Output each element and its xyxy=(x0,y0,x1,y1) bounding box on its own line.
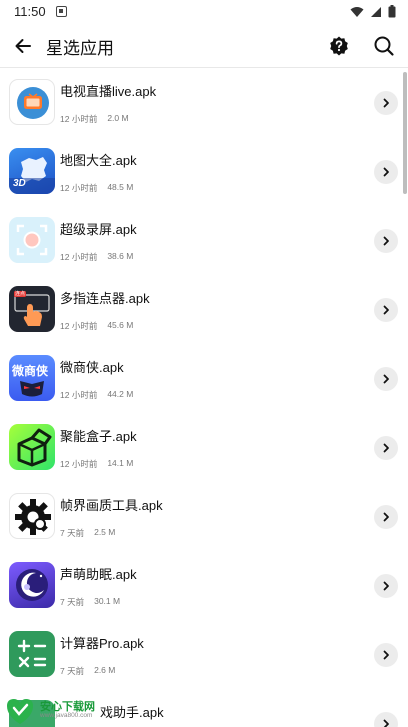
app-meta: 12 小时前 38.6 M xyxy=(60,251,133,263)
app-meta: 12 小时前 14.1 M xyxy=(60,458,133,470)
back-button[interactable] xyxy=(10,33,36,59)
app-name: 超级录屏.apk xyxy=(60,222,137,237)
arrow-left-icon xyxy=(15,39,31,53)
box-app-icon xyxy=(9,424,55,470)
sleep-app-icon xyxy=(9,562,55,608)
tv-live-app-icon xyxy=(9,79,55,125)
app-updated-time: 12 小时前 xyxy=(60,459,98,469)
chevron-right-icon xyxy=(383,374,389,384)
signal-icon xyxy=(371,6,381,17)
app-size: 44.2 M xyxy=(107,389,134,399)
open-app-button[interactable] xyxy=(374,367,398,391)
app-meta: 7 天前 2.5 M xyxy=(60,527,115,539)
search-icon xyxy=(374,36,394,56)
status-time: 11:50 xyxy=(14,4,46,19)
open-app-button[interactable] xyxy=(374,436,398,460)
app-size: 2.0 M xyxy=(107,113,129,123)
app-name: 多指连点器.apk xyxy=(60,291,150,306)
chevron-right-icon xyxy=(383,98,389,108)
status-icons xyxy=(350,5,396,18)
app-size: 45.6 M xyxy=(107,320,134,330)
screen-recorder-app-icon xyxy=(9,217,55,263)
list-item[interactable]: 连点 多指连点器.apk 12 小时前 45.6 M xyxy=(0,275,408,344)
open-app-button[interactable] xyxy=(374,712,398,727)
app-updated-time: 7 天前 xyxy=(60,528,85,538)
list-item[interactable]: 聚能盒子.apk 12 小时前 14.1 M xyxy=(0,413,408,482)
app-updated-time: 12 小时前 xyxy=(60,321,98,331)
app-updated-time: 12 小时前 xyxy=(60,390,98,400)
app-name: 声萌助眠.apk xyxy=(60,567,137,582)
chevron-right-icon xyxy=(383,719,389,727)
app-name: 聚能盒子.apk xyxy=(60,429,137,444)
help-button[interactable] xyxy=(328,35,350,57)
weishangxia-app-icon: 微商侠 xyxy=(9,355,55,401)
chevron-right-icon xyxy=(383,581,389,591)
app-list: 电视直播live.apk 12 小时前 2.0 M 3D 地图大全.apk 12… xyxy=(0,68,408,727)
map-3d-label: 3D xyxy=(13,178,26,189)
app-name: 微商侠.apk xyxy=(60,360,124,375)
list-item[interactable]: 3D 地图大全.apk 12 小时前 48.5 M xyxy=(0,137,408,206)
open-app-button[interactable] xyxy=(374,229,398,253)
list-item[interactable]: 超级录屏.apk 12 小时前 38.6 M xyxy=(0,206,408,275)
app-updated-time: 7 天前 xyxy=(60,597,85,607)
app-bar: 星选应用 xyxy=(0,24,408,68)
app-updated-time: 12 小时前 xyxy=(60,183,98,193)
help-icon xyxy=(330,36,348,56)
open-app-button[interactable] xyxy=(374,505,398,529)
chevron-right-icon xyxy=(383,167,389,177)
chevron-right-icon xyxy=(383,512,389,522)
list-item[interactable]: 电视直播live.apk 12 小时前 2.0 M xyxy=(0,68,408,137)
app-meta: 12 小时前 2.0 M xyxy=(60,113,129,125)
app-meta: 7 天前 2.6 M xyxy=(60,665,115,677)
page-title: 星选应用 xyxy=(46,39,114,58)
multitap-badge: 连点 xyxy=(15,291,26,297)
map-app-icon: 3D xyxy=(9,148,55,194)
calculator-app-icon xyxy=(9,631,55,677)
chevron-right-icon xyxy=(383,305,389,315)
notification-icon xyxy=(56,6,67,17)
app-updated-time: 12 小时前 xyxy=(60,114,98,124)
battery-icon xyxy=(388,5,396,18)
app-meta: 12 小时前 45.6 M xyxy=(60,320,133,332)
site-watermark: 安心下载网 www.java800.com xyxy=(4,695,124,727)
app-meta: 7 天前 30.1 M xyxy=(60,596,120,608)
list-item[interactable]: 计算器Pro.apk 7 天前 2.6 M xyxy=(0,620,408,689)
app-updated-time: 12 小时前 xyxy=(60,252,98,262)
app-meta: 12 小时前 44.2 M xyxy=(60,389,133,401)
list-item[interactable]: 帧界画质工具.apk 7 天前 2.5 M xyxy=(0,482,408,551)
watermark-url: www.java800.com xyxy=(40,712,93,719)
app-name: 帧界画质工具.apk xyxy=(60,498,163,513)
scrollbar[interactable] xyxy=(403,72,407,194)
app-name: 地图大全.apk xyxy=(60,153,137,168)
status-bar: 11:50 xyxy=(0,0,408,24)
open-app-button[interactable] xyxy=(374,574,398,598)
list-item[interactable]: 声萌助眠.apk 7 天前 30.1 M xyxy=(0,551,408,620)
auto-clicker-app-icon: 连点 xyxy=(9,286,55,332)
chevron-right-icon xyxy=(383,236,389,246)
wifi-icon xyxy=(350,6,364,17)
app-meta: 12 小时前 48.5 M xyxy=(60,182,133,194)
watermark-logo-icon xyxy=(7,699,33,724)
open-app-button[interactable] xyxy=(374,91,398,115)
app-size: 38.6 M xyxy=(107,251,134,261)
app-size: 2.5 M xyxy=(94,527,116,537)
open-app-button[interactable] xyxy=(374,160,398,184)
app-name: 电视直播live.apk xyxy=(60,84,157,99)
open-app-button[interactable] xyxy=(374,298,398,322)
app-name: 计算器Pro.apk xyxy=(60,636,144,651)
app-size: 30.1 M xyxy=(94,596,121,606)
open-app-button[interactable] xyxy=(374,643,398,667)
app-size: 48.5 M xyxy=(107,182,134,192)
chevron-right-icon xyxy=(383,443,389,453)
search-button[interactable] xyxy=(372,34,396,58)
app-size: 2.6 M xyxy=(94,665,116,675)
app-updated-time: 7 天前 xyxy=(60,666,85,676)
gear-app-icon xyxy=(9,493,55,539)
list-item[interactable]: 微商侠 微商侠.apk 12 小时前 44.2 M xyxy=(0,344,408,413)
app-size: 14.1 M xyxy=(107,458,134,468)
chevron-right-icon xyxy=(383,650,389,660)
